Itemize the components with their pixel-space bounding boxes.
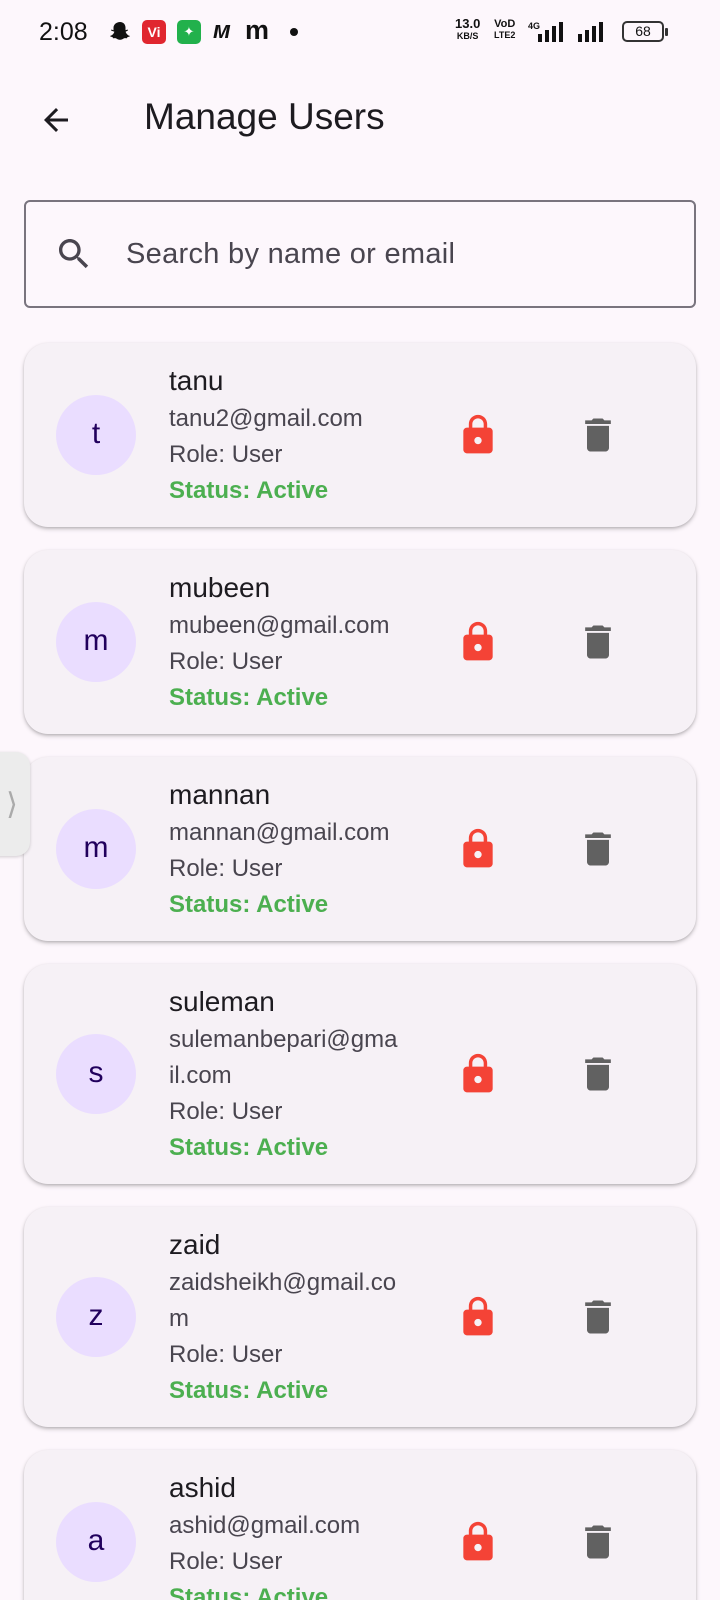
lock-user-button[interactable] — [452, 409, 504, 461]
user-status: Status: Active — [169, 1134, 329, 1161]
user-info: suleman sulemanbepari@gmail.com Role: Us… — [169, 982, 399, 1166]
speed-unit: KB/S — [456, 31, 479, 41]
user-info: mubeen mubeen@gmail.com Role: User Statu… — [169, 568, 399, 716]
user-name: ashid — [169, 1472, 236, 1503]
user-status: Status: Active — [169, 891, 329, 918]
dot-icon — [290, 28, 298, 36]
vi-app-icon: Vi — [142, 20, 166, 44]
trash-icon — [585, 832, 611, 866]
trash-icon — [585, 1525, 611, 1559]
delete-user-button[interactable] — [572, 616, 624, 668]
lock-user-button[interactable] — [452, 1048, 504, 1100]
lock-icon — [463, 828, 493, 868]
user-email: ashid@gmail.com — [169, 1512, 361, 1539]
lock-icon — [463, 414, 493, 454]
user-email: mubeen@gmail.com — [169, 612, 390, 639]
volte-indicator: VoD LTE2 — [494, 19, 515, 41]
trash-icon — [585, 625, 611, 659]
avatar: m — [56, 602, 136, 682]
user-card[interactable]: t tanu tanu2@gmail.com Role: User Status… — [24, 343, 696, 527]
user-name: tanu — [169, 365, 224, 396]
avatar: s — [56, 1034, 136, 1114]
lock-icon — [463, 1296, 493, 1336]
user-role: Role: User — [169, 648, 283, 675]
volte-bottom: LTE2 — [494, 30, 516, 40]
user-card[interactable]: m mannan mannan@gmail.com Role: User Sta… — [24, 757, 696, 941]
lock-icon — [463, 1521, 493, 1561]
speed-value: 13.0 — [455, 16, 481, 31]
user-status: Status: Active — [169, 1584, 329, 1600]
avatar: t — [56, 395, 136, 475]
m-app-icon: ᴍ — [213, 17, 231, 44]
lock-user-button[interactable] — [452, 823, 504, 875]
search-icon — [59, 239, 89, 269]
user-card[interactable]: z zaid zaidsheikh@gmail.com Role: User S… — [24, 1207, 696, 1427]
lock-user-button[interactable] — [452, 1516, 504, 1568]
user-name: mubeen — [169, 572, 271, 603]
signal-icon: 4G — [528, 21, 563, 42]
avatar: m — [56, 809, 136, 889]
back-button[interactable] — [28, 92, 84, 148]
user-info: zaid zaidsheikh@gmail.com Role: User Sta… — [169, 1225, 399, 1409]
screen: 2:08 Vi ✦ ᴍ m 13.0 KB/S VoD LTE2 4G 68 M… — [0, 0, 720, 1600]
arrow-back-icon — [44, 108, 68, 132]
user-card[interactable]: m mubeen mubeen@gmail.com Role: User Sta… — [24, 550, 696, 734]
delete-user-button[interactable] — [572, 823, 624, 875]
trash-icon — [585, 418, 611, 452]
search-input[interactable] — [126, 222, 666, 286]
snapchat-icon — [110, 22, 130, 40]
m-app-icon-2: m — [245, 15, 270, 45]
lock-icon — [463, 1053, 493, 1093]
app-bar: Manage Users — [0, 64, 720, 176]
user-name: suleman — [169, 986, 275, 1017]
user-role: Role: User — [169, 855, 283, 882]
user-email: zaidsheikh@gmail.com — [169, 1269, 397, 1332]
lock-icon — [463, 621, 493, 661]
trash-icon — [585, 1300, 611, 1334]
network-speed: 13.0 KB/S — [455, 16, 481, 42]
store-app-icon: ✦ — [177, 20, 201, 44]
network-type: 4G — [528, 21, 540, 31]
delete-user-button[interactable] — [572, 1048, 624, 1100]
lock-user-button[interactable] — [452, 616, 504, 668]
edge-panel-handle[interactable]: ⟩ — [0, 752, 30, 856]
delete-user-button[interactable] — [572, 409, 624, 461]
user-role: Role: User — [169, 1548, 283, 1575]
user-email: tanu2@gmail.com — [169, 405, 363, 432]
signal-icon-2 — [578, 22, 603, 42]
user-status: Status: Active — [169, 684, 329, 711]
user-list: t tanu tanu2@gmail.com Role: User Status… — [24, 343, 696, 1600]
battery-icon: 68 — [622, 21, 668, 42]
delete-user-button[interactable] — [572, 1291, 624, 1343]
user-name: mannan — [169, 779, 271, 810]
user-status: Status: Active — [169, 1377, 329, 1404]
avatar: z — [56, 1277, 136, 1357]
status-bar: 2:08 Vi ✦ ᴍ m 13.0 KB/S VoD LTE2 4G 68 — [0, 0, 720, 64]
user-email: sulemanbepari@gmail.com — [169, 1026, 398, 1089]
page-title: Manage Users — [144, 96, 385, 137]
user-info: mannan mannan@gmail.com Role: User Statu… — [169, 775, 399, 923]
user-info: ashid ashid@gmail.com Role: User Status:… — [169, 1468, 399, 1600]
user-card[interactable]: s suleman sulemanbepari@gmail.com Role: … — [24, 964, 696, 1184]
avatar: a — [56, 1502, 136, 1582]
user-role: Role: User — [169, 1341, 283, 1368]
user-role: Role: User — [169, 1098, 283, 1125]
user-status: Status: Active — [169, 477, 329, 504]
user-name: zaid — [169, 1229, 221, 1260]
trash-icon — [585, 1057, 611, 1091]
user-email: mannan@gmail.com — [169, 819, 390, 846]
status-time: 2:08 — [39, 18, 88, 46]
user-info: tanu tanu2@gmail.com Role: User Status: … — [169, 361, 399, 509]
volte-top: VoD — [494, 18, 516, 30]
delete-user-button[interactable] — [572, 1516, 624, 1568]
user-role: Role: User — [169, 441, 283, 468]
user-card[interactable]: a ashid ashid@gmail.com Role: User Statu… — [24, 1450, 696, 1600]
lock-user-button[interactable] — [452, 1291, 504, 1343]
search-field[interactable] — [24, 200, 696, 308]
